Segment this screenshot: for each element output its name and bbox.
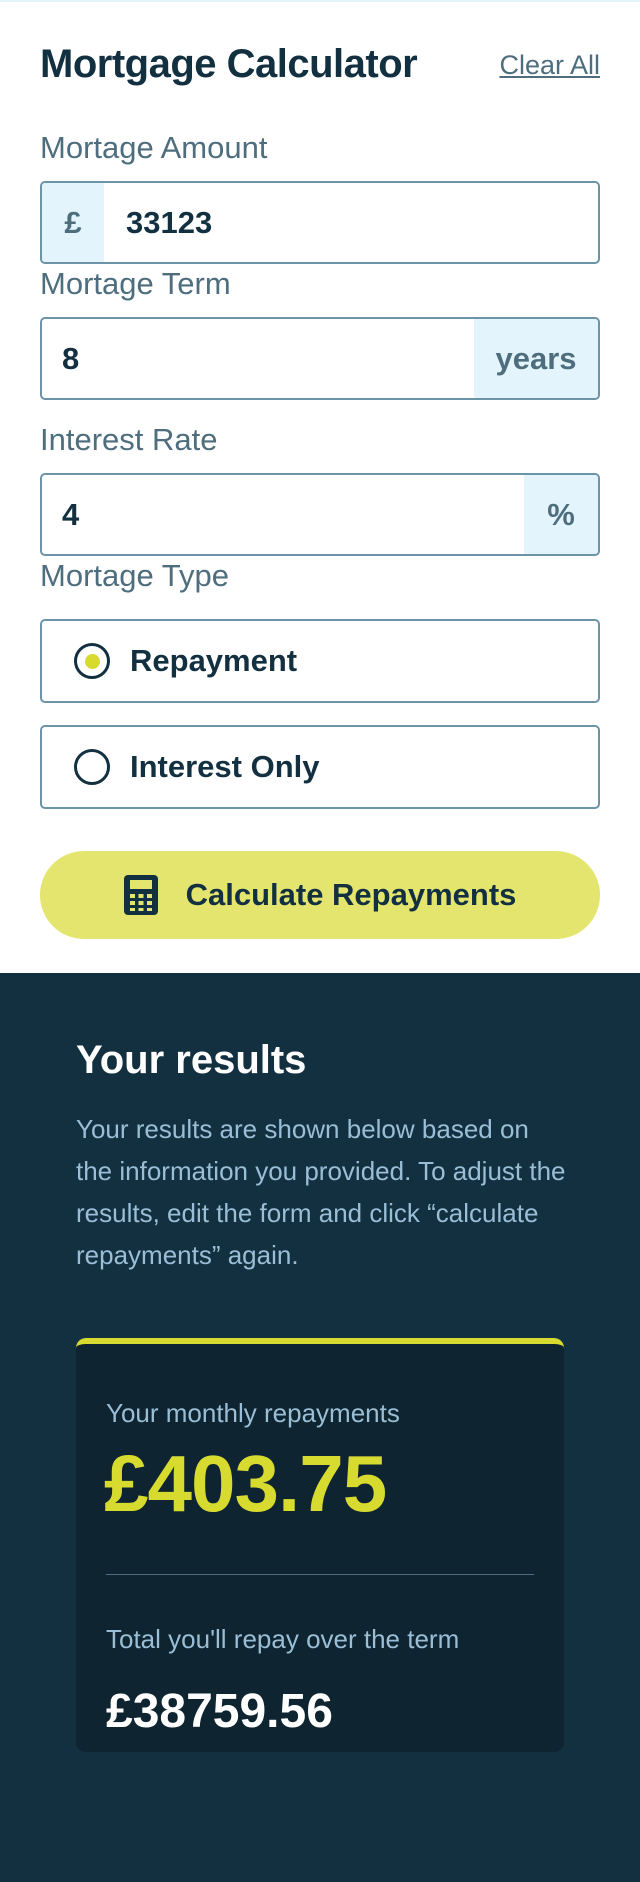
amount-input[interactable]: 33123	[104, 183, 598, 262]
amount-label: Mortage Amount	[40, 130, 268, 165]
total-repay-label: Total you'll repay over the term	[106, 1624, 460, 1654]
radio-interest-only[interactable]: Interest Only	[40, 725, 600, 809]
rate-label: Interest Rate	[40, 422, 218, 457]
radio-interest-only-label: Interest Only	[130, 749, 320, 784]
results-divider	[106, 1574, 534, 1575]
radio-repayment-label: Repayment	[130, 643, 298, 678]
radio-repayment[interactable]: Repayment	[40, 619, 600, 703]
results-description: Your results are shown below based on th…	[76, 1114, 566, 1270]
type-label: Mortage Type	[40, 558, 229, 593]
radio-selected-icon	[74, 643, 110, 679]
clear-all-link[interactable]: Clear All	[499, 50, 600, 81]
percent-suffix: %	[524, 475, 598, 554]
term-label: Mortage Term	[40, 266, 231, 301]
term-field[interactable]: 8 years	[40, 317, 600, 400]
page-title: Mortgage Calculator	[40, 42, 418, 86]
radio-unselected-icon	[74, 749, 110, 785]
results-card: Your monthly repayments £403.75 Total yo…	[76, 1338, 564, 1752]
calculate-button[interactable]: Calculate Repayments	[40, 851, 600, 939]
calculate-button-label: Calculate Repayments	[185, 877, 517, 912]
total-repay-value: £38759.56	[106, 1685, 333, 1738]
rate-input[interactable]: 4	[42, 475, 524, 554]
monthly-repayments-value: £403.75	[104, 1439, 387, 1528]
calculator-form: Mortgage Calculator Clear All Mortage Am…	[0, 0, 640, 973]
amount-field[interactable]: £ 33123	[40, 181, 600, 264]
term-input[interactable]: 8	[42, 319, 474, 398]
results-title: Your results	[76, 1038, 307, 1082]
calculator-icon	[123, 875, 158, 915]
currency-prefix: £	[42, 183, 104, 262]
rate-field[interactable]: 4 %	[40, 473, 600, 556]
years-suffix: years	[474, 319, 598, 398]
monthly-repayments-label: Your monthly repayments	[106, 1398, 400, 1428]
